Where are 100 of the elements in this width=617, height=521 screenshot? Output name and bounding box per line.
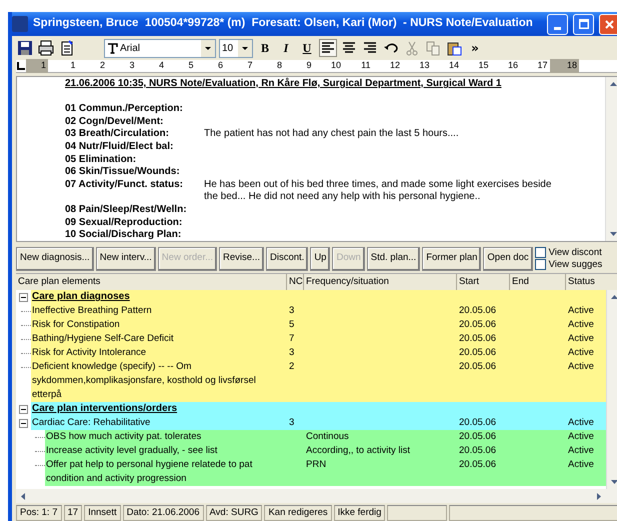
action-button[interactable]: Up (310, 246, 330, 270)
underline-button[interactable]: U (298, 39, 316, 57)
tree-item[interactable]: Risk for Activity Intolerance (31, 346, 287, 360)
table-row[interactable]: Ineffective Breathing Pattern 3 20.05.06 Active (31, 304, 606, 318)
scroll-up-icon[interactable] (609, 80, 617, 88)
section-text: He has been out of his bed three times, and made some light exercises beside the bed... He did not need any help with his personal hygiene.. (204, 178, 552, 204)
table-row[interactable]: Risk for Activity Intolerance 3 20.05.06 Active (31, 346, 606, 360)
table-cell-text: 20.05.06 (458, 416, 497, 430)
tree-item[interactable]: Offer pat help to personal hygiene relatede to pat condition and activity progression (45, 458, 287, 486)
ruler-number: 16 (506, 59, 519, 72)
table-cell-text: 20.05.06 (458, 318, 497, 332)
collapse-icon[interactable] (19, 419, 28, 428)
table-cell-text: Active (567, 360, 595, 374)
status-cell: Kan redigeres (264, 505, 332, 521)
group-heading[interactable]: Care plan interventions/orders (31, 402, 287, 416)
table-cell-text: 3 (288, 416, 296, 430)
group-row[interactable]: Care plan diagnoses (31, 290, 606, 304)
dropdown-icon (201, 40, 215, 56)
copy-icon (425, 40, 441, 56)
ruler-number: 18 (550, 59, 579, 73)
checkbox[interactable] (534, 259, 546, 270)
scroll-left-icon[interactable] (19, 492, 27, 500)
table-cell-text: 3 (288, 346, 296, 360)
maximize-button[interactable] (573, 14, 594, 34)
minimize-icon (554, 26, 561, 30)
tab-stop-icon (16, 61, 26, 71)
table-cell-text: 2 (288, 360, 296, 374)
scroll-down-icon[interactable] (610, 478, 617, 486)
bold-button[interactable]: B (256, 39, 274, 57)
ruler-number: 1 (69, 59, 76, 72)
font-combo[interactable]: Arial (104, 38, 216, 58)
status-cell: Ikke ferdig (334, 505, 386, 521)
collapse-icon[interactable] (19, 405, 28, 414)
tree-item[interactable]: OBS how much activity pat. tolerates (45, 430, 287, 444)
tree-item[interactable]: Bathing/Hygiene Self-Care Deficit (31, 332, 287, 346)
action-button[interactable]: New interv... (96, 246, 156, 270)
column-header[interactable]: Frequency/situation (304, 274, 457, 292)
scissors-icon (404, 40, 420, 56)
action-button[interactable]: Former plan (422, 246, 482, 270)
table-cell-text: 20.05.06 (458, 444, 497, 458)
ruler-number: 8 (276, 59, 283, 72)
size-combo[interactable]: 10 (219, 38, 253, 58)
ruler-number: 5 (187, 59, 194, 72)
action-button[interactable]: Revise... (219, 246, 264, 270)
horizontal-scrollbar[interactable] (16, 489, 617, 503)
status-cell: Avd: SURG (206, 505, 262, 521)
tree-item[interactable]: Cardiac Care: Rehabilitative (31, 416, 287, 430)
collapse-icon[interactable] (19, 293, 28, 302)
tree-item[interactable]: Ineffective Breathing Pattern (31, 304, 287, 318)
action-button[interactable]: Discont. (266, 246, 308, 270)
scroll-up-icon[interactable] (610, 293, 617, 301)
tree-item[interactable]: Deficient knowledge (specify) -- -- Om sykdommen,komplikasjonsfare, kosthold og livsførsel etterpå (31, 360, 287, 402)
group-row[interactable]: Care plan interventions/orders (31, 402, 606, 416)
table-cell-text: Active (567, 430, 595, 444)
table-row[interactable]: Offer pat help to personal hygiene relatede to pat condition and activity progression PRN 20.05.06 Active (45, 458, 606, 486)
scrollbar[interactable] (606, 290, 617, 489)
scrollbar[interactable] (605, 77, 617, 241)
tree-item[interactable]: Risk for Constipation (31, 318, 287, 332)
action-button[interactable]: Open doc (483, 246, 533, 270)
scroll-right-icon[interactable] (595, 492, 603, 500)
save-button[interactable] (16, 39, 34, 57)
minimize-button[interactable] (547, 14, 568, 34)
close-button[interactable] (599, 14, 617, 34)
table-row[interactable]: Cardiac Care: Rehabilitative 3 20.05.06 Active (31, 416, 606, 430)
column-header[interactable]: End (510, 274, 566, 292)
column-header[interactable]: Care plan elements (16, 274, 287, 292)
table-row[interactable]: Risk for Constipation 5 20.05.06 Active (31, 318, 606, 332)
group-heading[interactable]: Care plan diagnoses (31, 290, 287, 304)
action-button[interactable]: New diagnosis... (16, 246, 94, 270)
window-title: Springsteen, Bruce 100504*99728* (m) Foresatt: Olsen, Kari (Mor) - NURS Note/Evaluation (33, 16, 533, 32)
section-label: 05 Elimination: (65, 154, 138, 166)
action-button[interactable]: Std. plan... (366, 246, 420, 270)
table-cell-text: Active (567, 458, 595, 472)
checkbox[interactable] (534, 247, 546, 258)
table-cell-text: Continous (305, 430, 350, 444)
table-cell-text: 20.05.06 (458, 304, 497, 318)
table-row[interactable]: OBS how much activity pat. tolerates Continous 20.05.06 Active (45, 430, 606, 444)
more-button[interactable]: » (466, 39, 484, 57)
table-cell-text: Active (567, 304, 595, 318)
section-label: 04 Nutr/Fluid/Elect bal: (65, 140, 174, 154)
column-header[interactable]: NC (287, 274, 304, 292)
printer-button[interactable] (37, 39, 55, 57)
ruler-number: 9 (305, 59, 312, 72)
table-row[interactable]: Bathing/Hygiene Self-Care Deficit 7 20.05.06 Active (31, 332, 606, 346)
scroll-down-icon[interactable] (609, 230, 617, 238)
ruler-number: 1 (26, 59, 48, 73)
table-row[interactable]: Deficient knowledge (specify) -- -- Om sykdommen,komplikasjonsfare, kosthold og livsførsel etterpå 2 20.05.06 Active (31, 360, 606, 402)
table-row[interactable]: Increase activity level gradually, - see list According,, to activity list 20.05.06 Active (45, 444, 606, 458)
status-panel (387, 505, 448, 521)
ruler-number: 3 (128, 59, 136, 72)
ruler-number: 15 (477, 59, 490, 72)
column-header[interactable]: Start (457, 274, 510, 292)
section-label: 09 Sexual/Reproduction: (65, 216, 184, 230)
table-cell-text: 20.05.06 (458, 430, 497, 444)
maximize-icon (578, 19, 588, 29)
tree-item[interactable]: Increase activity level gradually, - see list (45, 444, 287, 458)
align-left-button[interactable] (319, 39, 337, 57)
italic-button[interactable]: I (277, 39, 295, 57)
section-label: 03 Breath/Circulation: (65, 128, 170, 141)
ruler-number: 2 (98, 59, 106, 72)
